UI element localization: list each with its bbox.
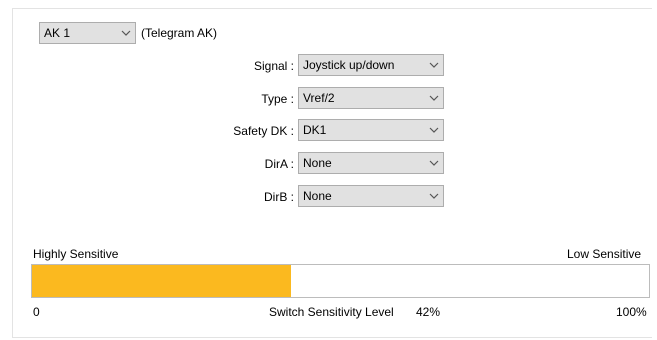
max-label: 100% — [616, 305, 647, 319]
dira-select[interactable]: None — [298, 152, 444, 174]
type-label: Type : — [261, 92, 294, 106]
signal-select[interactable]: Joystick up/down — [298, 54, 444, 76]
telegram-ak-label: (Telegram AK) — [141, 26, 218, 40]
group-border-bottom — [12, 337, 652, 338]
group-border-left — [12, 8, 13, 338]
dirb-label: DirB : — [264, 190, 294, 204]
safety-dk-select[interactable]: DK1 — [298, 119, 444, 141]
chevron-down-icon — [425, 62, 443, 68]
chevron-down-icon — [425, 160, 443, 166]
sensitivity-bar[interactable] — [31, 264, 650, 298]
sensitivity-level-value: 42% — [416, 305, 441, 319]
sensitivity-bar-fill — [32, 265, 292, 297]
dirb-select[interactable]: None — [298, 185, 444, 207]
min-label: 0 — [33, 305, 40, 319]
dira-value: None — [303, 156, 332, 170]
low-sensitive-label: Low Sensitive — [567, 247, 642, 261]
sensitivity-level-label: Switch Sensitivity Level — [269, 305, 394, 319]
signal-label: Signal : — [253, 59, 294, 73]
signal-value: Joystick up/down — [303, 58, 395, 72]
group-border-top — [12, 8, 652, 9]
chevron-down-icon — [425, 193, 443, 199]
dirb-value: None — [303, 189, 332, 203]
highly-sensitive-label: Highly Sensitive — [33, 247, 119, 261]
chevron-down-icon — [425, 95, 443, 101]
dira-label: DirA : — [264, 157, 294, 171]
ak-select[interactable]: AK 1 — [39, 22, 136, 44]
type-value: Vref/2 — [303, 91, 335, 105]
type-select[interactable]: Vref/2 — [298, 87, 444, 109]
chevron-down-icon — [425, 127, 443, 133]
safety-dk-label: Safety DK : — [233, 124, 294, 138]
ak-select-value: AK 1 — [44, 26, 71, 40]
safety-dk-value: DK1 — [303, 123, 327, 137]
chevron-down-icon — [117, 30, 135, 36]
